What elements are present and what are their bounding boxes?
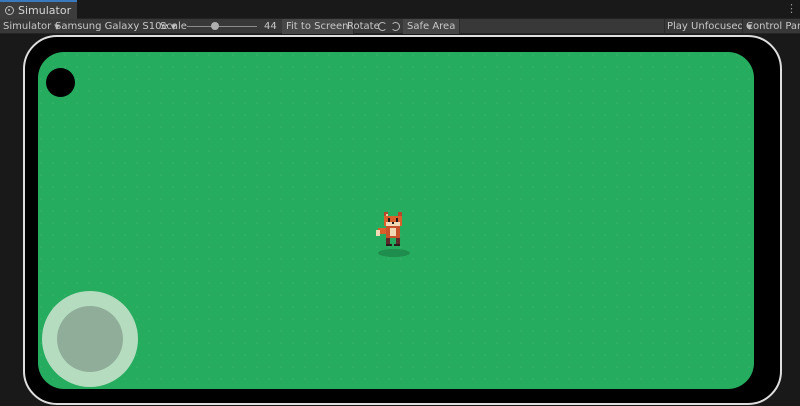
scale-value: 44 — [264, 21, 277, 32]
rotate-counterclockwise-button[interactable] — [378, 19, 387, 34]
tab-simulator[interactable]: Simulator — [0, 0, 77, 19]
control-panel-button[interactable]: Control Panel — [746, 19, 800, 34]
safe-area-toggle[interactable]: Safe Area — [403, 19, 461, 34]
joystick-knob[interactable] — [57, 306, 123, 372]
front-camera-cutout — [46, 68, 75, 97]
rotate-left-icon — [378, 22, 387, 31]
toolbar-divider — [742, 19, 743, 34]
mode-dropdown[interactable]: Simulator ▼ — [3, 19, 60, 34]
scale-slider[interactable] — [187, 26, 257, 27]
rotate-label: Rotate — [347, 21, 380, 32]
virtual-joystick[interactable] — [42, 291, 138, 387]
device-dropdown-label: Samsung Galaxy S10e — [55, 21, 168, 32]
scale-slider-thumb[interactable] — [211, 22, 219, 30]
fit-to-screen-button[interactable]: Fit to Screen — [282, 19, 354, 34]
play-mode-label: Play Unfocused — [667, 21, 744, 32]
scale-label: Scale — [160, 21, 187, 32]
device-dropdown[interactable]: Samsung Galaxy S10e ▼ — [55, 19, 176, 34]
window-tab-bar: Simulator ⋮ — [0, 0, 800, 19]
simulator-toolbar: Simulator ▼ Samsung Galaxy S10e ▼ Scale … — [0, 19, 800, 34]
rotate-clockwise-button[interactable] — [391, 19, 400, 34]
tab-title: Simulator — [18, 4, 72, 17]
toolbar-divider — [664, 19, 665, 34]
more-options-icon[interactable]: ⋮ — [786, 3, 797, 14]
mode-dropdown-label: Simulator — [3, 21, 52, 32]
rotate-right-icon — [391, 22, 400, 31]
fox-character-icon — [376, 212, 410, 257]
simulator-icon — [5, 6, 14, 15]
play-mode-dropdown[interactable]: Play Unfocused ▼ — [667, 19, 752, 34]
